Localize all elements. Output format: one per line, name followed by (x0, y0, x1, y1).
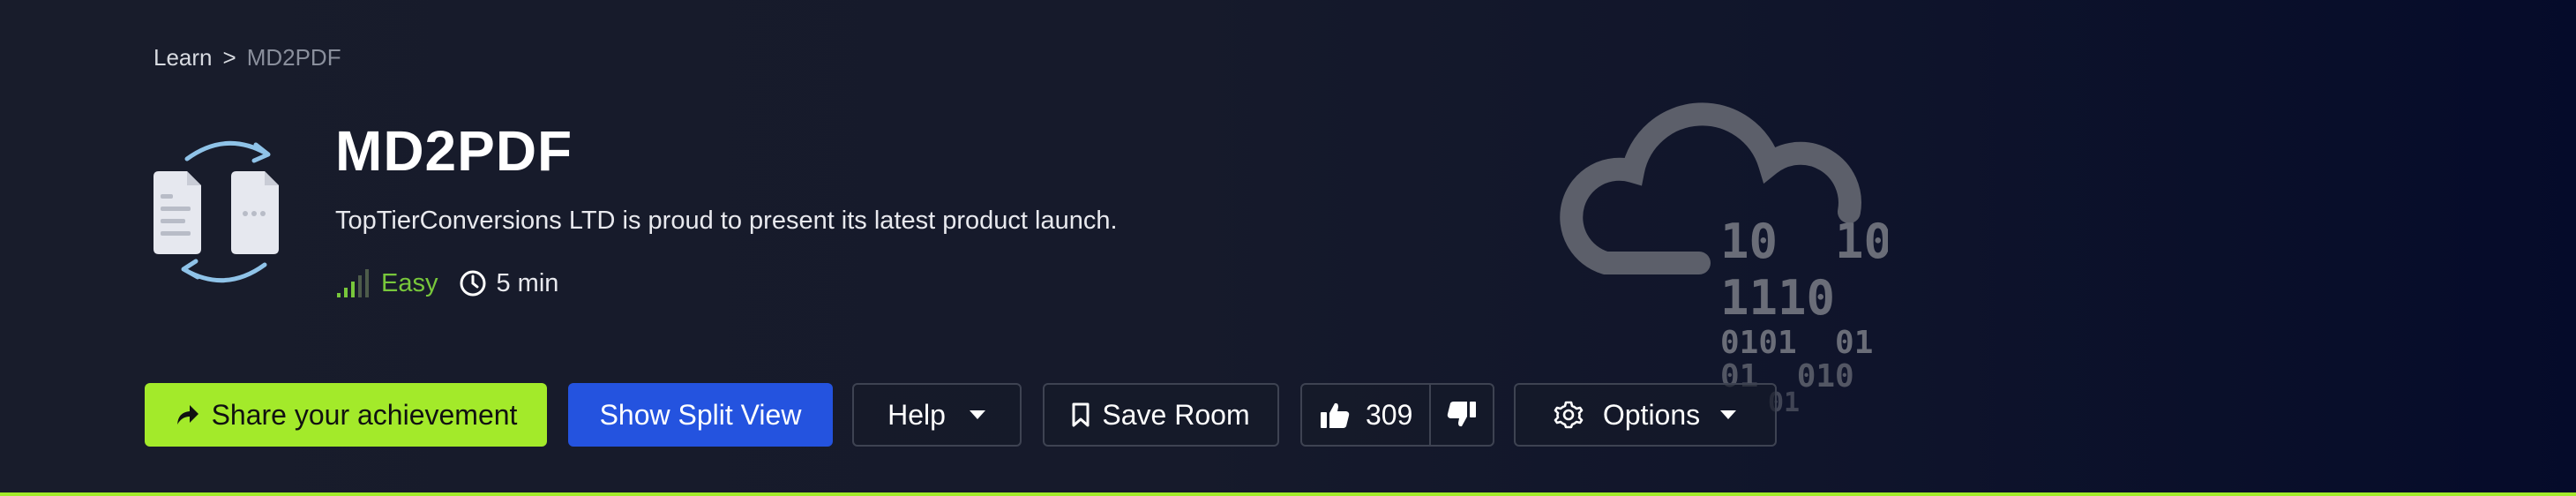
binary-line-2: 1110 (1720, 270, 1835, 326)
breadcrumb-separator: > (222, 44, 236, 71)
show-split-view-button[interactable]: Show Split View (568, 383, 833, 447)
clock-icon (460, 270, 486, 297)
dislike-button[interactable] (1431, 385, 1493, 445)
room-meta: Easy 5 min (335, 268, 558, 298)
like-count: 309 (1366, 398, 1413, 431)
save-room-label: Save Room (1102, 398, 1250, 431)
share-achievement-button[interactable]: Share your achievement (145, 383, 547, 447)
bookmark-icon (1072, 402, 1090, 427)
share-arrow-icon (176, 405, 198, 425)
share-achievement-label: Share your achievement (211, 398, 518, 431)
chevron-down-icon (969, 410, 985, 419)
accent-bottom-border (0, 492, 2576, 496)
breadcrumb-current: MD2PDF (246, 44, 341, 71)
options-dropdown-button[interactable]: Options (1514, 383, 1777, 447)
show-split-view-label: Show Split View (599, 398, 802, 431)
gear-icon (1554, 401, 1584, 429)
options-label: Options (1602, 398, 1701, 431)
cloud-binary-illustration: 10 10 1110 0101 01 01 010 01 (1560, 102, 1888, 413)
room-title: MD2PDF (335, 119, 573, 183)
thumbs-down-icon (1447, 402, 1476, 427)
duration-label: 5 min (496, 268, 559, 297)
help-dropdown-button[interactable]: Help (852, 383, 1022, 447)
room-description: TopTierConversions LTD is proud to prese… (335, 207, 1118, 235)
breadcrumb-learn-link[interactable]: Learn (154, 44, 213, 71)
binary-line-1: 10 10 (1720, 214, 1888, 269)
binary-line-3: 0101 01 (1720, 325, 1873, 361)
breadcrumb: Learn > MD2PDF (154, 44, 341, 71)
save-room-button[interactable]: Save Room (1043, 383, 1279, 447)
signal-bars-icon (337, 269, 369, 297)
thumbs-up-icon (1321, 402, 1350, 428)
like-button[interactable]: 309 (1302, 385, 1429, 445)
vote-group: 309 (1300, 383, 1494, 447)
difficulty-label: Easy (381, 268, 438, 297)
room-document-conversion-icon (154, 140, 279, 283)
help-label: Help (887, 398, 946, 431)
chevron-down-icon (1720, 410, 1737, 419)
